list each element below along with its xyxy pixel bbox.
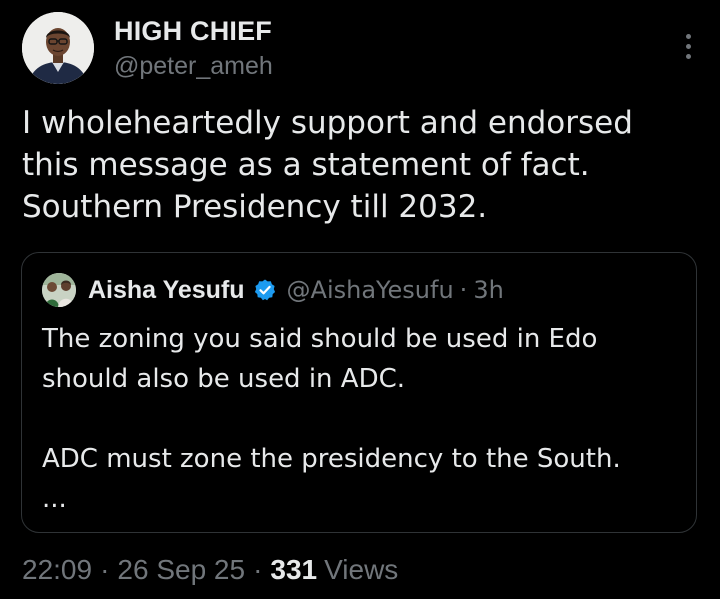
views-label[interactable]: Views — [324, 554, 398, 586]
quoted-author-name[interactable]: Aisha Yesufu — [88, 276, 245, 305]
tweet-text: I wholeheartedly support and endorsed th… — [22, 105, 633, 225]
more-options-icon[interactable] — [682, 28, 696, 64]
quoted-tweet-text: The zoning you said should be used in Ed… — [42, 324, 621, 514]
tweet-date[interactable]: 26 Sep 25 — [117, 554, 245, 586]
quoted-tweet-header: Aisha Yesufu @AishaYesufu · 3h — [42, 273, 504, 307]
quoted-separator: · — [459, 276, 468, 304]
quoted-avatar-photo-icon — [42, 273, 76, 307]
tweet-time[interactable]: 22:09 — [22, 554, 92, 586]
more-dot — [686, 34, 691, 39]
quoted-tweet-card[interactable]: Aisha Yesufu @AishaYesufu · 3h The zonin… — [21, 252, 697, 533]
tweet-meta: 22:09 · 26 Sep 25 · 331 Views — [22, 553, 398, 587]
quoted-author-handle[interactable]: @AishaYesufu — [287, 276, 454, 304]
quoted-author-avatar[interactable] — [42, 273, 76, 307]
meta-separator: · — [100, 554, 110, 585]
meta-separator: · — [253, 554, 263, 585]
verified-badge-icon — [254, 279, 275, 301]
tweet-header: HIGH CHIEF @peter_ameh — [22, 12, 702, 86]
more-dot — [686, 54, 691, 59]
author-handle[interactable]: @peter_ameh — [114, 52, 273, 81]
views-count[interactable]: 331 — [270, 554, 317, 586]
avatar-photo-icon — [22, 12, 94, 84]
more-dot — [686, 44, 691, 49]
quoted-tweet-time[interactable]: 3h — [473, 276, 503, 304]
author-avatar[interactable] — [22, 12, 94, 84]
author-display-name[interactable]: HIGH CHIEF — [114, 16, 272, 47]
